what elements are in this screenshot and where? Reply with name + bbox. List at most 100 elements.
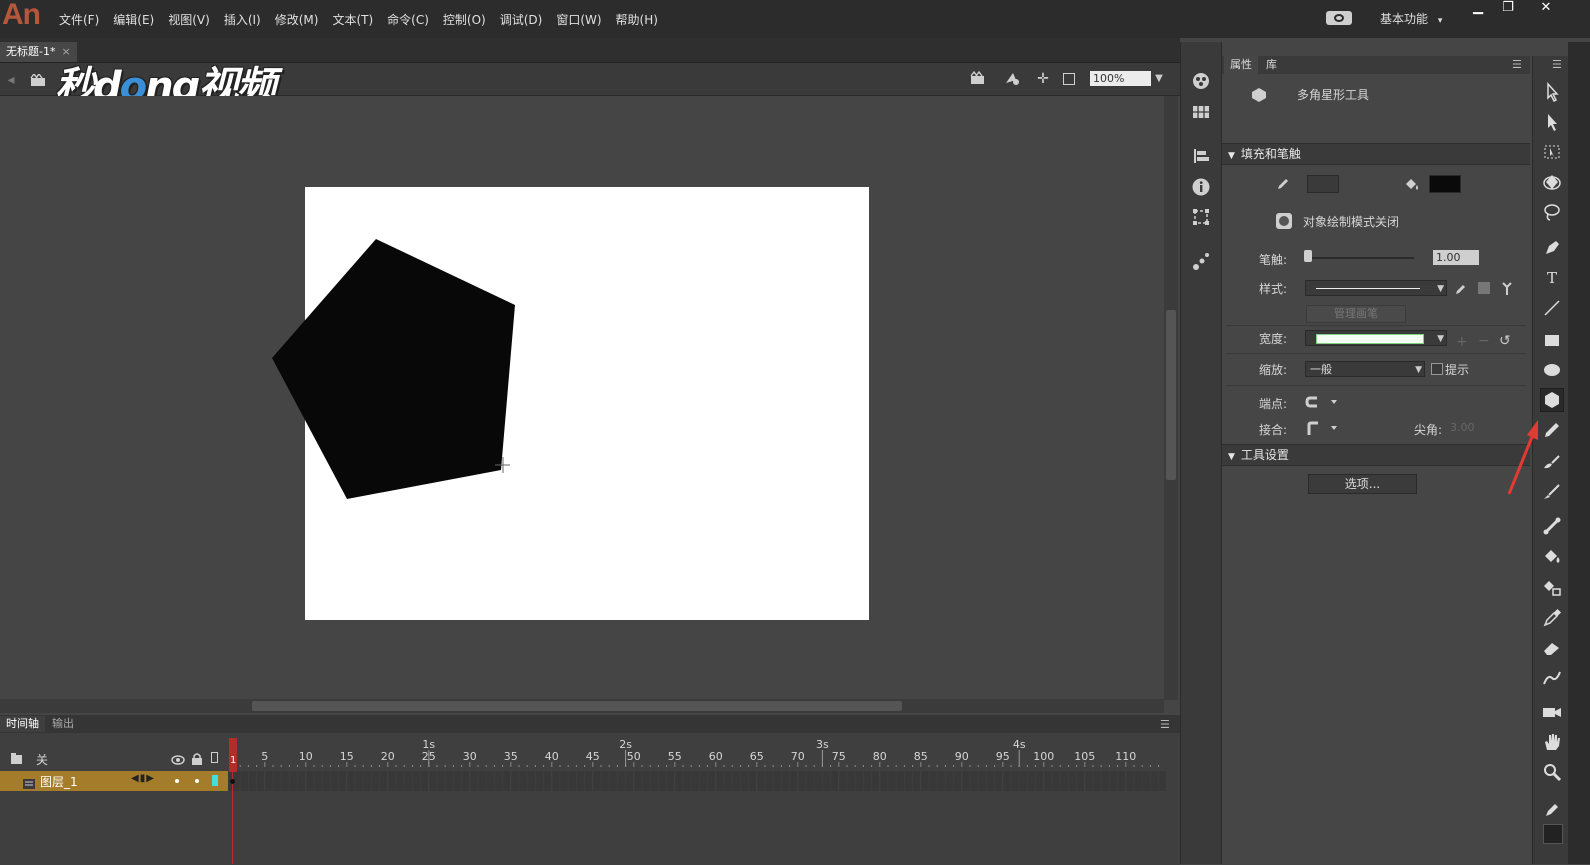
color-panel-icon[interactable] xyxy=(1190,70,1212,92)
stroke-color-swatch[interactable] xyxy=(1307,175,1339,193)
menu-file[interactable]: 文件(F) xyxy=(52,11,106,28)
stroke-size-input[interactable]: 1.00 xyxy=(1433,250,1479,265)
reset-width-icon[interactable]: ↺ xyxy=(1499,333,1511,349)
menu-edit[interactable]: 编辑(E) xyxy=(106,11,161,28)
paint-bucket-icon[interactable] xyxy=(1540,544,1564,568)
cap-dropdown[interactable] xyxy=(1305,394,1339,410)
pencil-icon[interactable] xyxy=(1540,418,1564,442)
layer-name[interactable]: 图层_1 xyxy=(40,773,78,790)
close-button[interactable]: ✕ xyxy=(1534,0,1558,16)
vertical-scroll-thumb[interactable] xyxy=(1166,310,1176,480)
width-profile-dropdown[interactable]: ▼ xyxy=(1305,330,1447,346)
back-arrow-icon[interactable]: ◂ xyxy=(2,71,20,89)
stroke-size-slider-handle[interactable] xyxy=(1304,250,1312,262)
menu-view[interactable]: 视图(V) xyxy=(161,11,217,28)
stage[interactable] xyxy=(305,187,869,620)
camera-icon[interactable] xyxy=(1540,700,1564,724)
fill-color-icon[interactable] xyxy=(1543,824,1563,844)
sync-settings-icon[interactable] xyxy=(1326,11,1352,25)
edit-scene-icon[interactable] xyxy=(970,70,986,85)
panel-menu-icon[interactable]: ☰ xyxy=(1160,718,1170,731)
miter-input[interactable]: 3.00 xyxy=(1450,421,1475,434)
restore-button[interactable]: ❐ xyxy=(1496,0,1520,16)
oval-icon[interactable] xyxy=(1540,358,1564,382)
eyedropper-icon[interactable] xyxy=(1540,606,1564,630)
swatches-panel-icon[interactable] xyxy=(1191,103,1211,121)
stroke-color-icon[interactable] xyxy=(1540,798,1564,822)
eye-icon[interactable] xyxy=(171,751,185,765)
keyframe-marker[interactable] xyxy=(230,779,235,784)
layer-lock-dot[interactable] xyxy=(195,779,199,783)
divider xyxy=(1226,385,1526,386)
edit-symbols-icon[interactable] xyxy=(1004,71,1022,87)
line-icon[interactable] xyxy=(1540,296,1564,320)
lock-icon[interactable] xyxy=(191,750,203,765)
fill-color-swatch[interactable] xyxy=(1429,175,1461,193)
pen-icon[interactable] xyxy=(1540,236,1564,260)
zoom-input[interactable]: 100% xyxy=(1090,71,1151,86)
bone-icon[interactable] xyxy=(1540,514,1564,538)
info-panel-icon[interactable] xyxy=(1191,177,1211,197)
text-icon[interactable]: T xyxy=(1540,266,1564,290)
workspace-switcher[interactable]: 基本功能 ▾ xyxy=(1380,10,1442,27)
object-drawing-icon[interactable] xyxy=(1276,213,1292,229)
onion-skin-icon[interactable]: ◀▮▶ xyxy=(131,773,155,784)
panel-menu-icon[interactable]: ☰ xyxy=(1552,58,1562,71)
menu-debug[interactable]: 调试(D) xyxy=(493,11,550,28)
ink-bottle-icon[interactable] xyxy=(1540,576,1564,600)
scale-dropdown[interactable]: 一般 ▼ xyxy=(1305,361,1425,377)
minimize-button[interactable]: ▁ xyxy=(1466,0,1490,16)
center-stage-icon[interactable]: ✛ xyxy=(1034,70,1052,88)
brush-icon[interactable] xyxy=(1540,480,1564,504)
menu-window[interactable]: 窗口(W) xyxy=(549,11,608,28)
horizontal-scroll-thumb[interactable] xyxy=(252,701,902,711)
rectangle-icon[interactable] xyxy=(1540,328,1564,352)
remove-width-icon[interactable]: − xyxy=(1478,333,1490,349)
width-icon[interactable] xyxy=(1540,666,1564,690)
add-width-icon[interactable]: + xyxy=(1456,334,1468,350)
transform-panel-icon[interactable] xyxy=(1191,207,1211,227)
subselection-icon[interactable] xyxy=(1540,110,1564,134)
polystar-icon[interactable] xyxy=(1540,388,1564,412)
outline-icon[interactable] xyxy=(211,752,218,763)
clip-content-icon[interactable] xyxy=(1063,73,1075,85)
eraser-icon[interactable] xyxy=(1540,636,1564,660)
hand-icon[interactable] xyxy=(1540,730,1564,754)
free-transform-icon[interactable] xyxy=(1540,140,1564,164)
tab-output[interactable]: 输出 xyxy=(46,716,80,732)
chevron-down-icon[interactable]: ▼ xyxy=(1152,71,1166,87)
menu-modify[interactable]: 修改(M) xyxy=(268,11,326,28)
menu-text[interactable]: 文本(T) xyxy=(325,11,380,28)
selection-icon[interactable] xyxy=(1540,80,1564,104)
motion-presets-icon[interactable] xyxy=(1191,250,1211,272)
tab-properties[interactable]: 属性 xyxy=(1224,56,1258,74)
brush-library-icon[interactable] xyxy=(1478,282,1490,294)
triangle-down-icon: ▼ xyxy=(1228,452,1235,462)
3d-rotation-icon[interactable] xyxy=(1540,170,1564,194)
menu-insert[interactable]: 插入(I) xyxy=(217,11,268,28)
menu-help[interactable]: 帮助(H) xyxy=(609,11,665,28)
tab-timeline[interactable]: 时间轴 xyxy=(0,716,45,732)
join-dropdown[interactable] xyxy=(1305,420,1339,436)
edit-stroke-style-icon[interactable] xyxy=(1454,281,1468,295)
tab-library[interactable]: 库 xyxy=(1260,56,1283,74)
options-button[interactable]: 选项... xyxy=(1308,474,1417,494)
panel-menu-icon[interactable]: ☰ xyxy=(1512,58,1522,71)
layer-visible-dot[interactable] xyxy=(175,779,179,783)
stroke-tool-icon[interactable] xyxy=(1499,280,1515,296)
stroke-size-slider[interactable] xyxy=(1306,257,1414,259)
align-panel-icon[interactable] xyxy=(1192,147,1210,165)
menu-control[interactable]: 控制(O) xyxy=(436,11,493,28)
layer-color-swatch[interactable] xyxy=(212,775,218,786)
hinting-checkbox[interactable] xyxy=(1431,363,1443,375)
lasso-icon[interactable] xyxy=(1540,200,1564,224)
paint-brush-icon[interactable] xyxy=(1540,450,1564,474)
playhead-frame-number: 1 xyxy=(230,755,237,766)
style-dropdown[interactable]: ▼ xyxy=(1305,280,1447,296)
tool-settings-section[interactable]: ▼ 工具设置 xyxy=(1222,444,1530,466)
scene-icon[interactable] xyxy=(30,72,46,86)
fill-stroke-section[interactable]: ▼ 填充和笔触 xyxy=(1222,143,1530,165)
manage-brush-button[interactable]: 管理画笔 xyxy=(1306,305,1406,323)
menu-commands[interactable]: 命令(C) xyxy=(380,11,436,28)
zoom-icon[interactable] xyxy=(1540,760,1564,784)
